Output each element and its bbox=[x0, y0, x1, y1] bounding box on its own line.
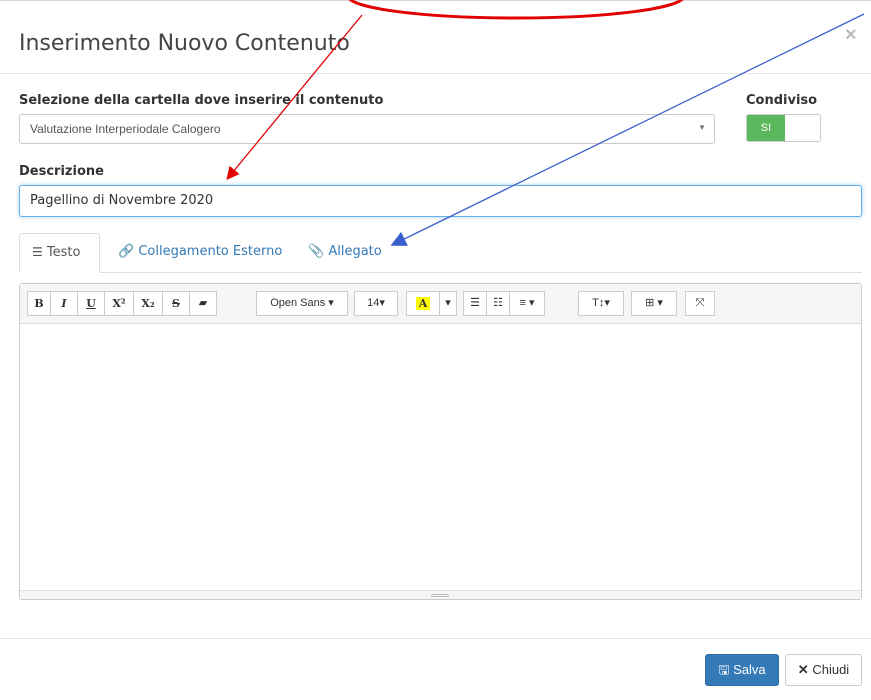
annotation-blue-arrow bbox=[390, 13, 865, 246]
annotation-ellipse bbox=[348, 0, 684, 20]
annotation-red-arrow bbox=[226, 14, 363, 181]
annotation-overlay bbox=[226, 0, 865, 246]
